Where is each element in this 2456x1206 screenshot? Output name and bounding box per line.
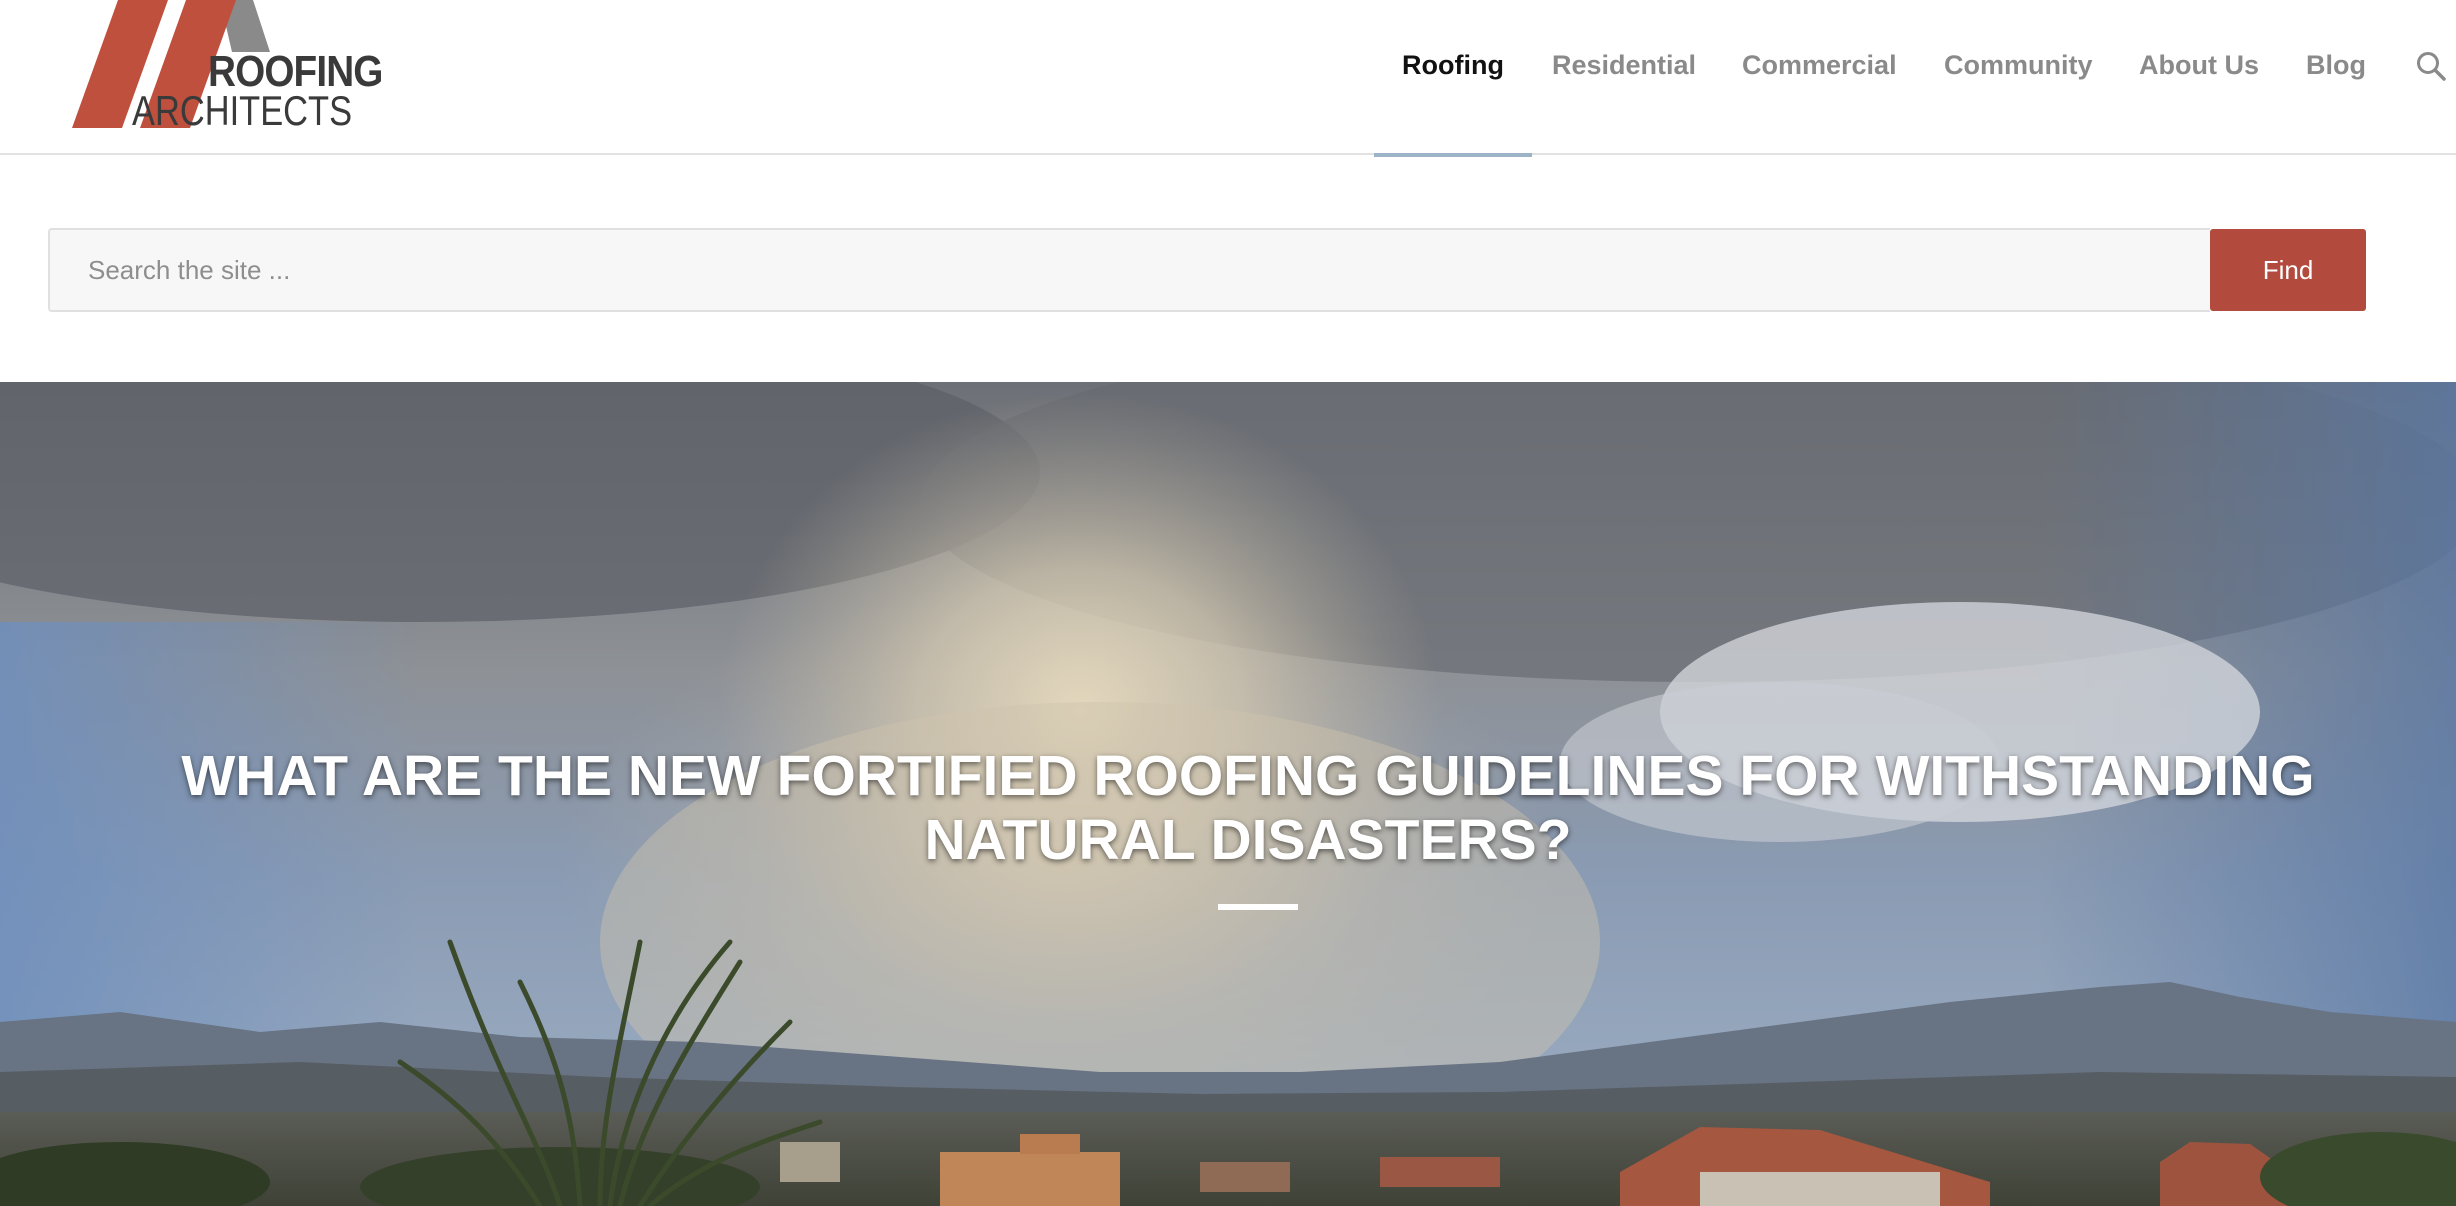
- nav-item-community[interactable]: Community: [1944, 0, 2093, 155]
- nav-item-roofing[interactable]: Roofing: [1374, 0, 1532, 157]
- search-icon[interactable]: [2415, 50, 2447, 82]
- nav-item-label: About Us: [2139, 50, 2259, 80]
- nav-item-blog[interactable]: Blog: [2306, 0, 2366, 155]
- logo-word-architects: ARCHITECTS: [132, 87, 353, 134]
- nav-item-label: Roofing: [1402, 50, 1504, 80]
- hero-banner: What are the new fortified roofing guide…: [0, 382, 2456, 1206]
- search-input[interactable]: [48, 228, 2210, 312]
- nav-item-residential[interactable]: Residential: [1552, 0, 1696, 155]
- site-logo[interactable]: ROOFING ARCHITECTS: [72, 0, 383, 135]
- nav-item-label: Residential: [1552, 50, 1697, 80]
- title-divider: [1218, 904, 1298, 910]
- site-header: ROOFING ARCHITECTS Roofing Residential C…: [0, 0, 2456, 157]
- site-search-form: Find: [48, 228, 2366, 312]
- hero-title: What are the new fortified roofing guide…: [181, 744, 2315, 872]
- active-nav-indicator: [1374, 153, 1532, 157]
- nav-item-about-us[interactable]: About Us: [2139, 0, 2259, 155]
- nav-item-label: Community: [1944, 50, 2093, 80]
- find-button[interactable]: Find: [2210, 229, 2366, 311]
- nav-item-label: Commercial: [1742, 50, 1897, 80]
- nav-item-commercial[interactable]: Commercial: [1742, 0, 1897, 155]
- nav-item-label: Blog: [2306, 50, 2366, 80]
